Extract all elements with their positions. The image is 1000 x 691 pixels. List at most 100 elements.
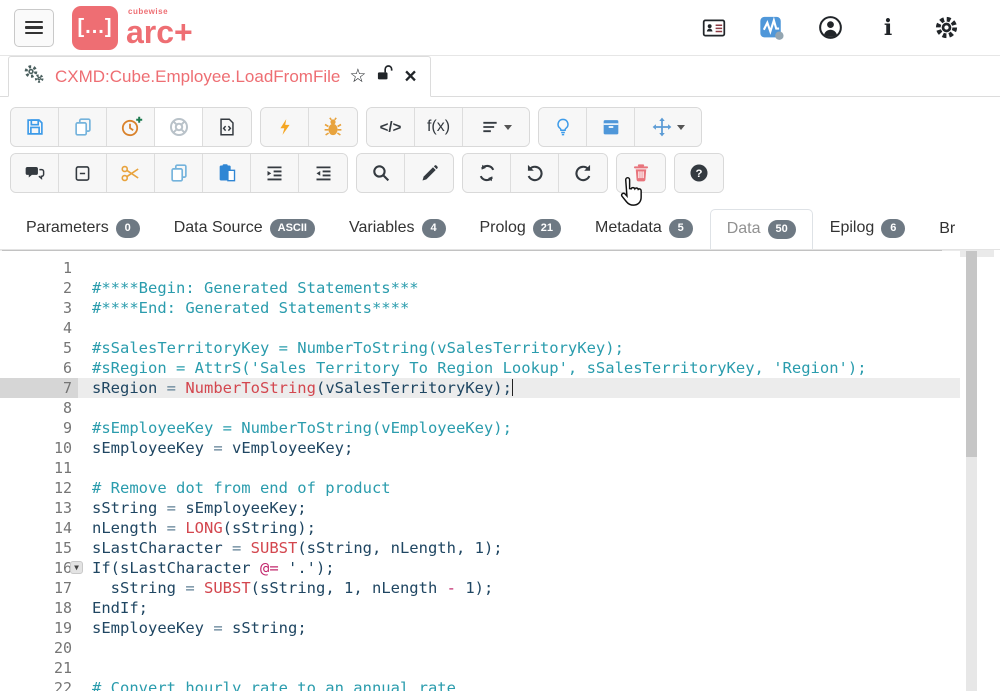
- app-window: [...] cubewise arc+ i: [0, 0, 1000, 691]
- refresh-button[interactable]: [463, 154, 511, 192]
- tab-label: Br: [939, 220, 955, 238]
- code-line[interactable]: 1: [0, 258, 960, 278]
- scrollbar-thumb[interactable]: [966, 251, 977, 457]
- outdent-button[interactable]: [299, 154, 347, 192]
- code-text: [78, 638, 960, 658]
- suggestions-lightbulb-button[interactable]: [539, 108, 587, 146]
- tab-metadata[interactable]: Metadata5: [578, 208, 710, 249]
- code-line[interactable]: 22# Convert hourly rate to an annual rat…: [0, 678, 960, 691]
- code-text: [78, 318, 960, 338]
- code-editor[interactable]: 12#****Begin: Generated Statements***3#*…: [0, 251, 960, 691]
- line-number: 9: [0, 418, 78, 438]
- tab-data-source[interactable]: Data SourceASCII: [157, 208, 332, 249]
- code-line[interactable]: 16▼If(sLastCharacter @= '.');: [0, 558, 960, 578]
- paste-button[interactable]: [203, 154, 251, 192]
- line-number: 17: [0, 578, 78, 598]
- close-icon[interactable]: ×: [404, 66, 416, 87]
- code-line[interactable]: 17 sString = SUBST(sString, 1, nLength -…: [0, 578, 960, 598]
- function-editor-button[interactable]: f(x): [415, 108, 463, 146]
- indent-button[interactable]: [251, 154, 299, 192]
- code-line[interactable]: 6#sRegion = AttrS('Sales Territory To Re…: [0, 358, 960, 378]
- delete-trash-button[interactable]: [617, 154, 665, 192]
- code-line[interactable]: 21: [0, 658, 960, 678]
- help-button[interactable]: ?: [675, 154, 723, 192]
- line-number: 21: [0, 658, 78, 678]
- settings-gear-icon[interactable]: [932, 14, 960, 42]
- brand-logo[interactable]: [...] cubewise arc+: [72, 6, 193, 50]
- tab-count-badge: 0: [116, 219, 140, 238]
- tab-br[interactable]: Br: [922, 209, 972, 249]
- tab-label: Parameters: [26, 219, 109, 237]
- line-number: 5: [0, 338, 78, 358]
- code-line[interactable]: 20: [0, 638, 960, 658]
- undo-button[interactable]: [511, 154, 559, 192]
- code-line[interactable]: 19sEmployeeKey = sString;: [0, 618, 960, 638]
- arc-logo-icon: [...]: [72, 6, 118, 50]
- cut-button[interactable]: [107, 154, 155, 192]
- code-line[interactable]: 15sLastCharacter = SUBST(sString, nLengt…: [0, 538, 960, 558]
- favorite-star-icon[interactable]: ☆: [349, 67, 366, 86]
- code-text: sLastCharacter = SUBST(sString, nLength,…: [78, 538, 960, 558]
- document-tab[interactable]: CXMD:Cube.Employee.LoadFromFile ☆ ×: [8, 56, 431, 97]
- tab-prolog[interactable]: Prolog21: [463, 208, 579, 249]
- editor-vertical-scrollbar[interactable]: [966, 251, 977, 691]
- user-profile-icon[interactable]: [816, 14, 844, 42]
- toolbar: </> f(x): [0, 97, 1000, 207]
- comment-block-button[interactable]: [11, 154, 59, 192]
- code-text: #****Begin: Generated Statements***: [78, 278, 960, 298]
- id-card-icon[interactable]: [700, 14, 728, 42]
- move-dropdown-button[interactable]: [635, 108, 701, 146]
- format-lines-dropdown-button[interactable]: [463, 108, 529, 146]
- tab-parameters[interactable]: Parameters 0: [9, 208, 157, 249]
- line-number: 16: [0, 558, 78, 578]
- header-actions: i: [700, 14, 1000, 42]
- view-source-button[interactable]: [203, 108, 251, 146]
- copy-button[interactable]: [155, 154, 203, 192]
- code-line[interactable]: 5#sSalesTerritoryKey = NumberToString(vS…: [0, 338, 960, 358]
- unlocked-padlock-icon[interactable]: [375, 64, 395, 89]
- tab-data[interactable]: Data50: [710, 209, 813, 250]
- search-button[interactable]: [357, 154, 405, 192]
- code-line[interactable]: 3#****End: Generated Statements****: [0, 298, 960, 318]
- code-tags-button[interactable]: </>: [367, 108, 415, 146]
- debug-button[interactable]: [309, 108, 357, 146]
- code-line[interactable]: 14nLength = LONG(sString);: [0, 518, 960, 538]
- edit-pencil-button[interactable]: [405, 154, 453, 192]
- code-line[interactable]: 13sString = sEmployeeKey;: [0, 498, 960, 518]
- code-line[interactable]: 18EndIf;: [0, 598, 960, 618]
- chevron-down-icon: [504, 125, 512, 130]
- code-line[interactable]: 11: [0, 458, 960, 478]
- svg-text:?: ?: [696, 168, 703, 180]
- code-line[interactable]: 4: [0, 318, 960, 338]
- save-as-copy-button[interactable]: [59, 108, 107, 146]
- code-line[interactable]: 10sEmployeeKey = vEmployeeKey;: [0, 438, 960, 458]
- info-icon[interactable]: i: [874, 14, 902, 42]
- code-line[interactable]: 12# Remove dot from end of product: [0, 478, 960, 498]
- menu-button[interactable]: [14, 9, 54, 47]
- fold-toggle-icon[interactable]: ▼: [70, 561, 83, 574]
- document-tabbar: CXMD:Cube.Employee.LoadFromFile ☆ ×: [0, 56, 1000, 97]
- schedule-add-button[interactable]: [107, 108, 155, 146]
- run-button[interactable]: [261, 108, 309, 146]
- redo-button[interactable]: [559, 154, 607, 192]
- code-line[interactable]: 7sRegion = NumberToString(vSalesTerritor…: [0, 378, 960, 398]
- toolbar-row-1: </> f(x): [10, 107, 1000, 147]
- code-text: #sEmployeeKey = NumberToString(vEmployee…: [78, 418, 960, 438]
- line-number: 4: [0, 318, 78, 338]
- code-line[interactable]: 9#sEmployeeKey = NumberToString(vEmploye…: [0, 418, 960, 438]
- brand-big-text: arc+: [126, 16, 193, 48]
- life-ring-button[interactable]: [155, 108, 203, 146]
- line-number: 6: [0, 358, 78, 378]
- code-text: sRegion = NumberToString(vSalesTerritory…: [78, 378, 960, 398]
- archive-box-button[interactable]: [587, 108, 635, 146]
- collapse-section-button[interactable]: [59, 154, 107, 192]
- line-number: 20: [0, 638, 78, 658]
- line-number: 18: [0, 598, 78, 618]
- tab-variables[interactable]: Variables4: [332, 208, 463, 249]
- tab-epilog[interactable]: Epilog6: [813, 208, 922, 249]
- save-button[interactable]: [11, 108, 59, 146]
- activity-monitor-icon[interactable]: [758, 14, 786, 42]
- process-tabs: Parameters 0 Data SourceASCIIVariables4Pro…: [0, 207, 1000, 250]
- code-line[interactable]: 2#****Begin: Generated Statements***: [0, 278, 960, 298]
- code-line[interactable]: 8: [0, 398, 960, 418]
